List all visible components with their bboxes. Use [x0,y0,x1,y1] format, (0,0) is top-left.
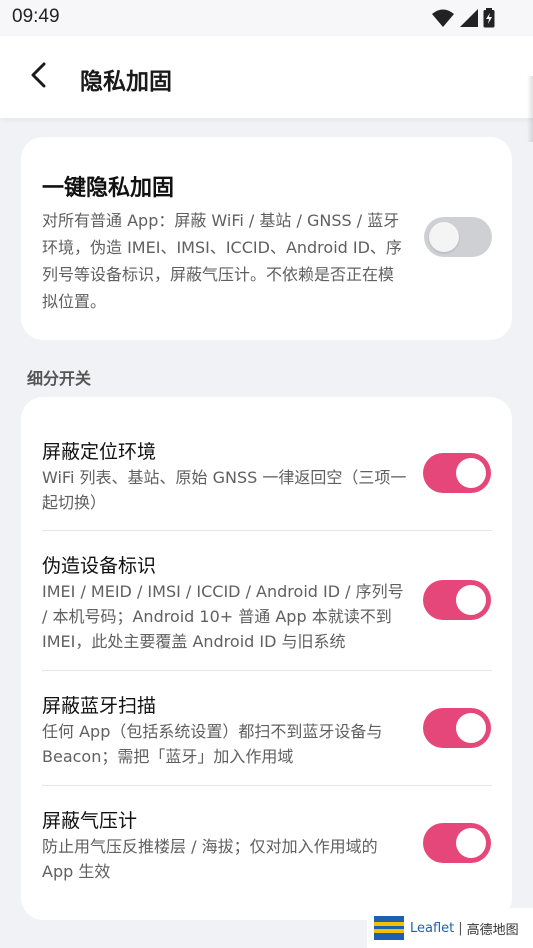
status-bar: 09:49 [0,0,533,36]
one-click-toggle[interactable] [424,217,492,257]
option-title: 屏蔽蓝牙扫描 [42,695,157,717]
option-description: WiFi 列表、基站、原始 GNSS 一律返回空（三项一起切换） [42,468,407,512]
page-title: 隐私加固 [80,69,172,95]
barometer-toggle[interactable] [423,823,491,863]
option-title: 屏蔽气压计 [42,810,138,832]
location-toggle[interactable] [423,453,491,493]
options-card: 屏蔽定位环境 WiFi 列表、基站、原始 GNSS 一律返回空（三项一起切换） … [21,397,512,920]
divider [42,530,492,531]
edge-shadow [527,76,533,142]
signal-icon [459,8,479,32]
map-provider: 高德地图 [466,922,519,938]
map-attribution: Leaflet | 高德地图 [367,908,533,948]
divider [42,670,492,671]
wifi-icon [431,8,455,32]
one-click-title: 一键隐私加固 [42,176,175,201]
one-click-description: 对所有普通 App：屏蔽 WiFi / 基站 / GNSS / 蓝牙环境，伪造 … [42,211,402,311]
status-time: 09:49 [12,6,60,27]
toggle-knob [456,458,486,488]
toggle-knob [456,828,486,858]
arrow-left-icon [29,62,49,92]
option-description: IMEI / MEID / IMSI / ICCID / Android ID … [42,582,404,651]
back-button[interactable] [24,62,54,92]
option-title: 伪造设备标识 [42,555,157,577]
option-description: 防止用气压反推楼层 / 海拔；仅对加入作用域的 App 生效 [42,837,378,881]
device-id-toggle[interactable] [423,580,491,620]
app-bar: 隐私加固 [0,36,533,142]
status-icons [431,8,495,32]
option-title: 屏蔽定位环境 [42,441,157,463]
leaflet-link[interactable]: Leaflet [410,921,454,936]
battery-icon [483,8,495,32]
toggle-knob [456,713,486,743]
toggle-knob [456,585,486,615]
toggle-knob [429,222,459,252]
option-description: 任何 App（包括系统设置）都扫不到蓝牙设备与 Beacon；需把「蓝牙」加入作… [42,722,383,766]
leaflet-flag-icon [374,916,404,940]
section-label: 细分开关 [27,369,92,388]
bluetooth-toggle[interactable] [423,708,491,748]
one-click-card: 一键隐私加固 对所有普通 App：屏蔽 WiFi / 基站 / GNSS / 蓝… [21,137,512,340]
attribution-separator: | [458,920,463,936]
divider [42,785,492,786]
